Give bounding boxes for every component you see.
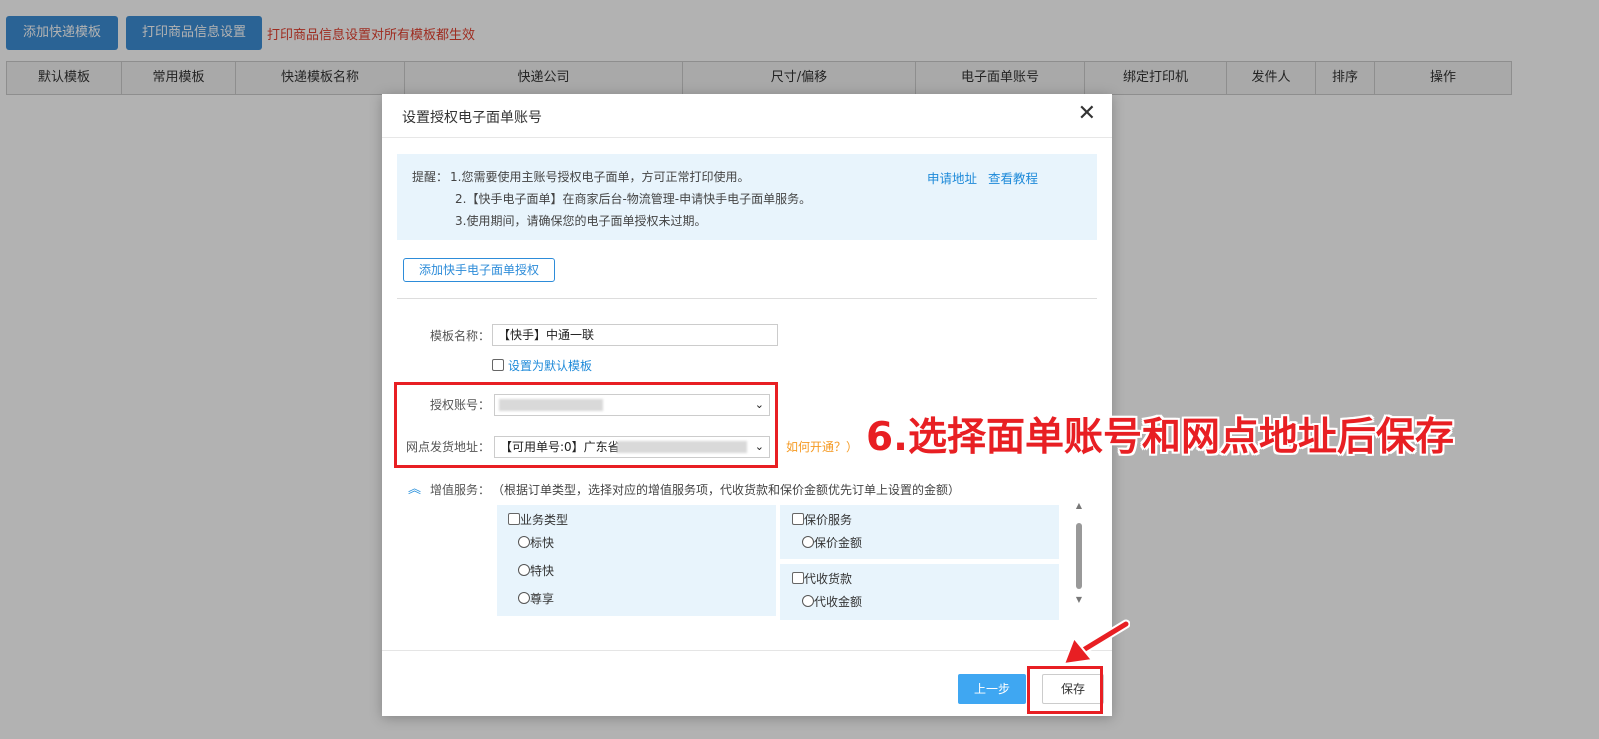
arrow-icon (1062, 619, 1130, 666)
tip-line-3: 3.使用期间，请确保您的电子面单授权未过期。 (455, 214, 707, 228)
chevron-down-icon: ⌄ (754, 398, 764, 411)
cod-label: 代收货款 (804, 572, 853, 586)
insured-panel: 保价服务 保价金额 (780, 505, 1059, 559)
auth-account-select[interactable]: ⌄ (494, 394, 770, 416)
highlight-box-save (1027, 666, 1103, 714)
how-to-open-link[interactable]: 如何开通？） (786, 438, 858, 455)
option-radio-premium[interactable] (518, 592, 530, 604)
cod-checkbox[interactable] (792, 572, 804, 584)
prev-step-button[interactable]: 上一步 (958, 674, 1026, 704)
scroll-down-icon[interactable]: ▼ (1074, 595, 1084, 604)
tip-line-1: 1.您需要使用主账号授权电子面单，方可正常打印使用。 (450, 170, 750, 184)
option-radio-express[interactable] (518, 564, 530, 576)
option-radio-standard[interactable] (518, 536, 530, 548)
cod-amount-radio[interactable] (802, 595, 814, 607)
close-icon[interactable]: ✕ (1078, 103, 1096, 125)
tip-label: 提醒： (412, 170, 449, 184)
business-type-label: 业务类型 (520, 513, 569, 527)
option-standard-label: 标快 (530, 536, 555, 550)
insured-amount-radio[interactable] (802, 536, 814, 548)
modal-title: 设置授权电子面单账号 (402, 110, 542, 126)
business-type-checkbox[interactable] (508, 513, 520, 525)
tip-box: 提醒： 1.您需要使用主账号授权电子面单，方可正常打印使用。 2.【快手电子面单… (397, 154, 1097, 240)
template-name-label: 模板名称： (429, 329, 490, 343)
insured-checkbox[interactable] (792, 513, 804, 525)
option-express-label: 特快 (530, 564, 555, 578)
insured-label: 保价服务 (804, 513, 853, 527)
branch-address-select[interactable]: 【可用单号:0】广东省 ⌄ (494, 436, 770, 458)
branch-address-label: 网点发货地址： (405, 440, 490, 454)
cod-panel: 代收货款 代收金额 (780, 564, 1059, 620)
branch-address-value: 【可用单号:0】广东省 (500, 440, 620, 454)
modal-header: 设置授权电子面单账号 ✕ (382, 94, 1112, 138)
view-tutorial-link[interactable]: 查看教程 (988, 168, 1038, 187)
auth-account-label: 授权账号： (429, 398, 490, 412)
divider (397, 298, 1097, 299)
scroll-thumb[interactable] (1076, 523, 1082, 589)
chevron-down-icon: ⌄ (754, 440, 764, 453)
blurred-address (617, 441, 747, 453)
vas-scrollbar[interactable]: ▲ ▼ (1074, 501, 1084, 605)
footer-divider (382, 650, 1112, 651)
cod-amount-label: 代收金额 (814, 595, 863, 609)
blurred-account (499, 399, 603, 411)
business-type-panel: 业务类型 标快 特快 尊享 (497, 505, 776, 616)
set-default-checkbox[interactable] (492, 359, 504, 371)
scroll-up-icon[interactable]: ▲ (1074, 501, 1084, 510)
auth-waybill-modal: 设置授权电子面单账号 ✕ 提醒： 1.您需要使用主账号授权电子面单，方可正常打印… (382, 94, 1112, 716)
vas-label: 增值服务： (429, 483, 490, 497)
add-kuaishou-auth-button[interactable]: 添加快手电子面单授权 (403, 258, 555, 282)
insured-amount-label: 保价金额 (814, 536, 863, 550)
option-premium-label: 尊享 (530, 592, 555, 606)
collapse-chevron-icon[interactable]: ︽ (408, 478, 421, 497)
set-default-label[interactable]: 设置为默认模板 (508, 357, 592, 374)
tip-line-2: 2.【快手电子面单】在商家后台-物流管理-申请快手电子面单服务。 (455, 192, 812, 206)
tutorial-annotation: 6.选择面单账号和网点地址后保存 (866, 415, 1454, 460)
template-name-input[interactable]: 【快手】中通一联 (492, 324, 778, 346)
vas-description: （根据订单类型，选择对应的增值服务项，代收货款和保价金额优先订单上设置的金额） (492, 483, 961, 497)
apply-address-link[interactable]: 申请地址 (927, 168, 977, 187)
